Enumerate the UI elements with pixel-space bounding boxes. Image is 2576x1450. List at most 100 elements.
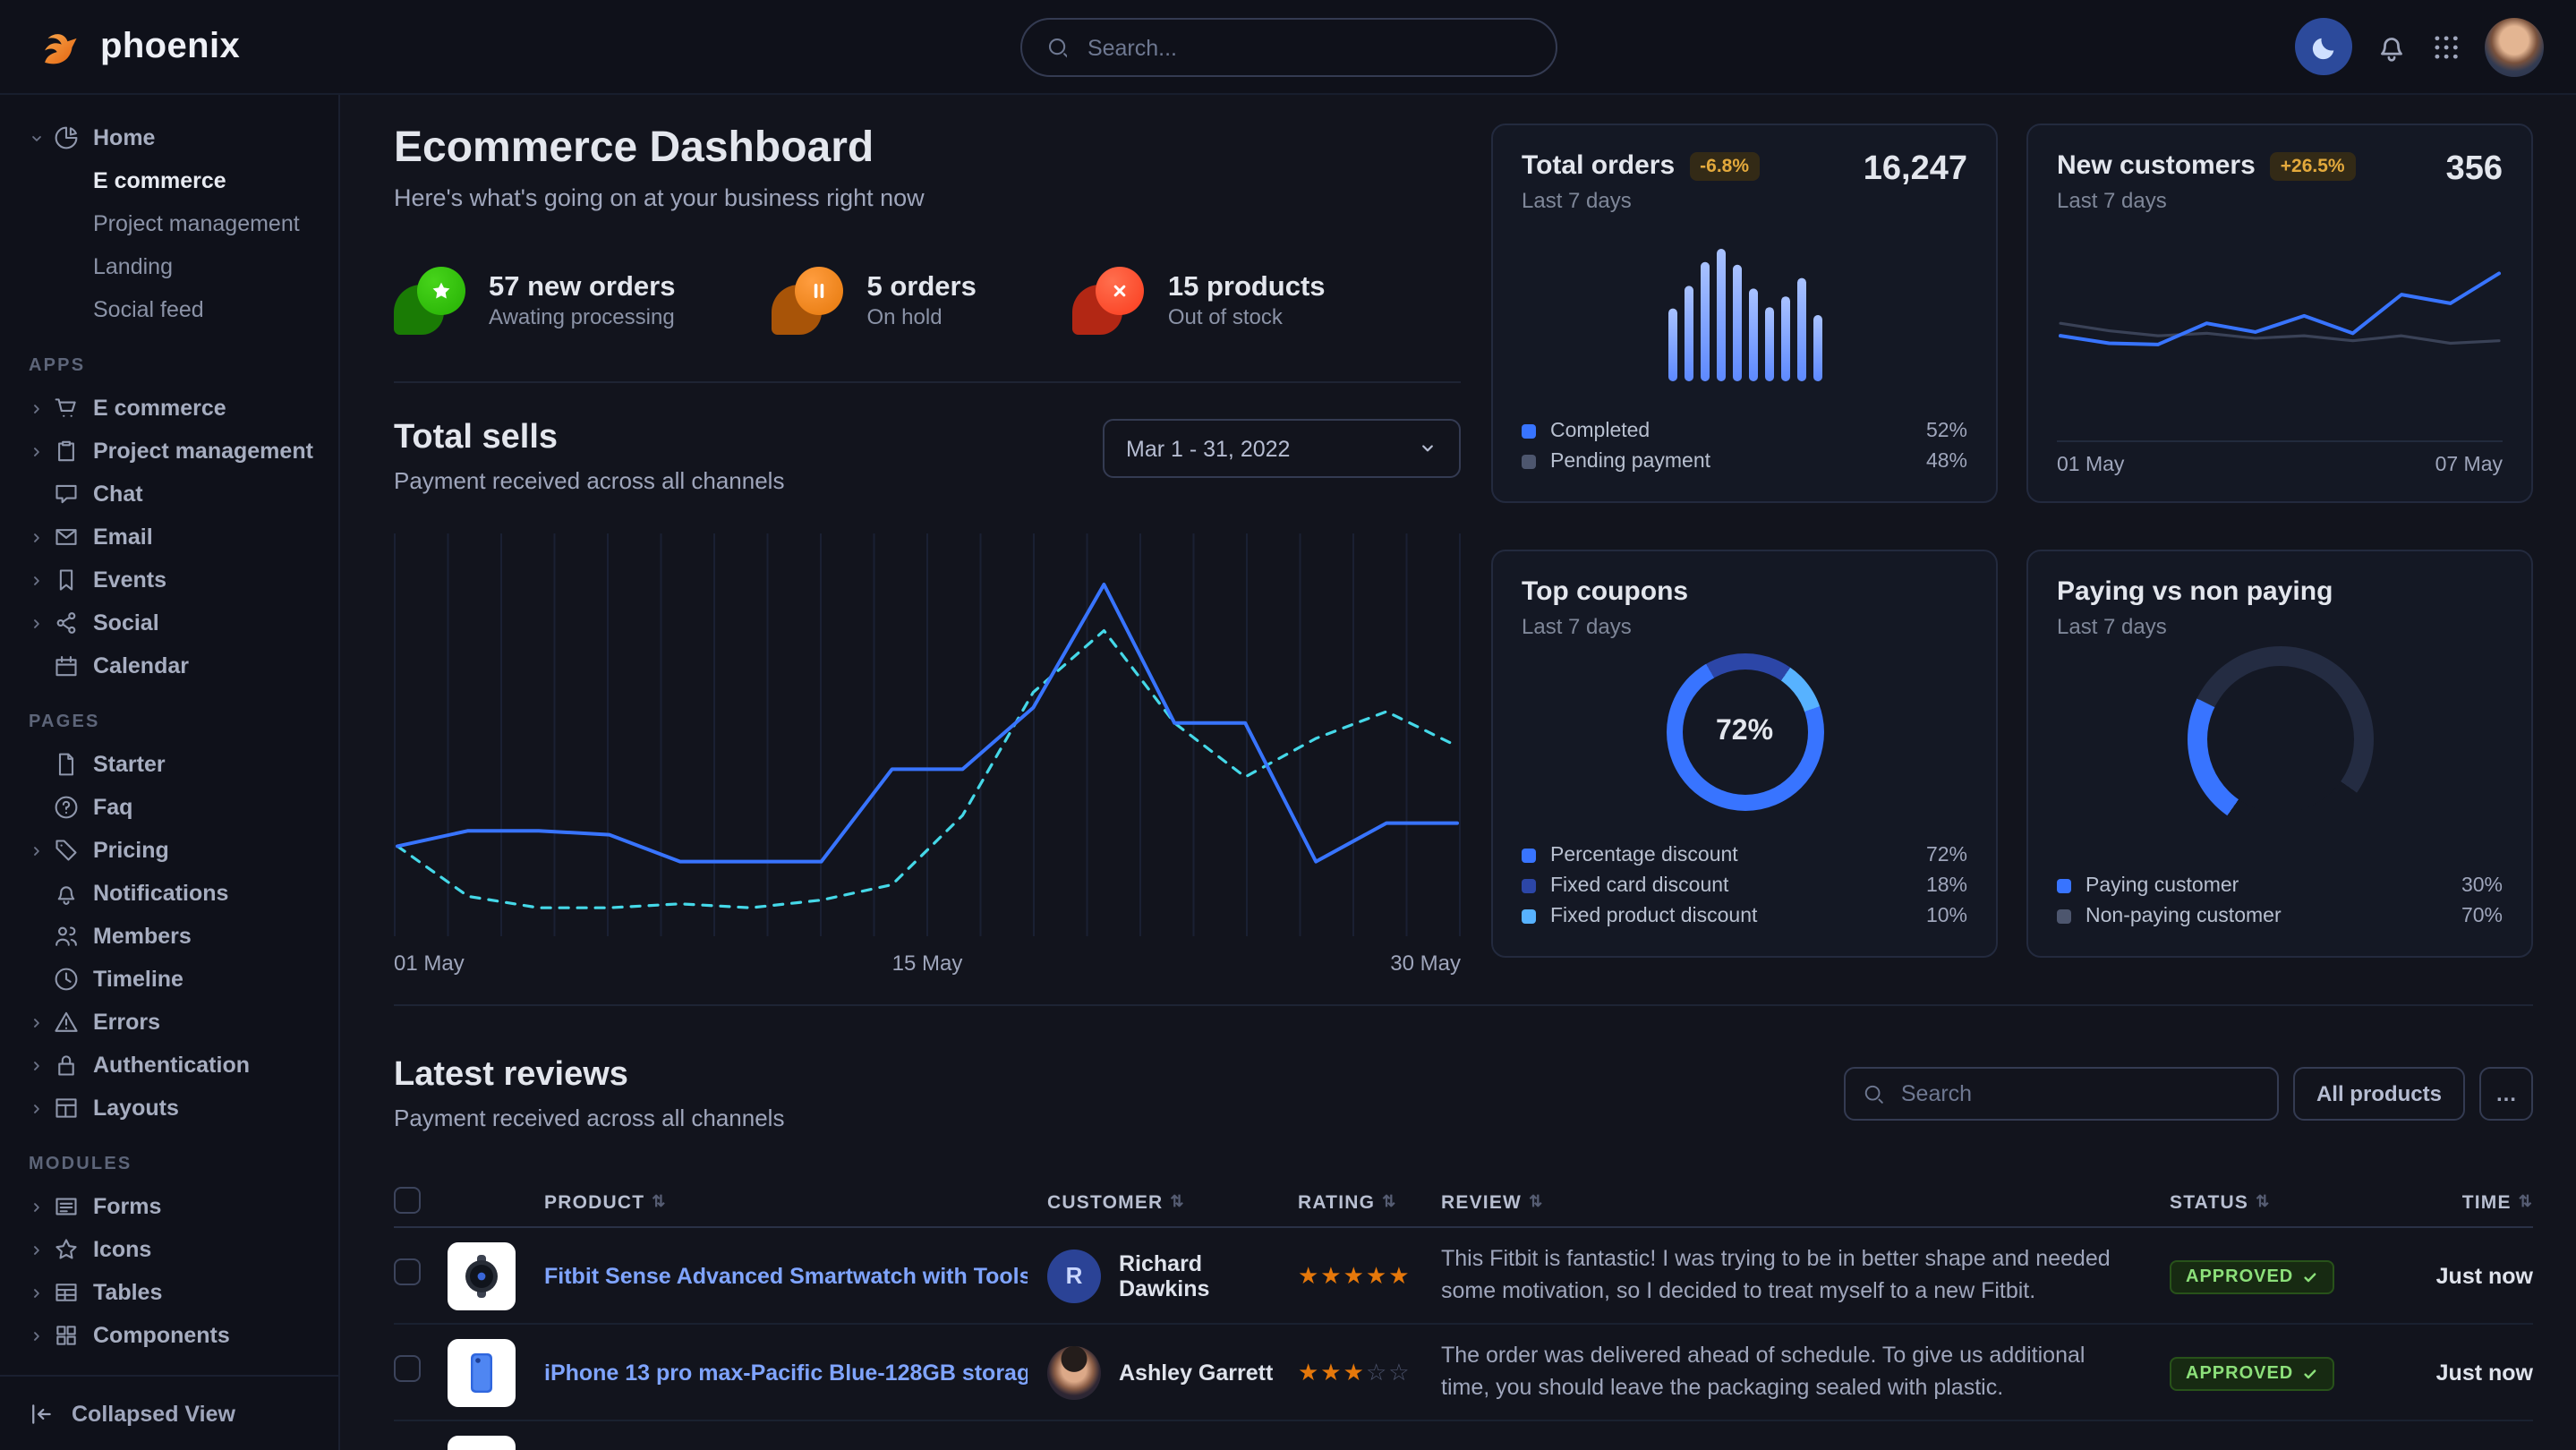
moon-icon [2310,33,2337,60]
clipboard-icon [54,439,79,464]
star-icon [54,1237,79,1262]
sidebar-item-errors[interactable]: Errors [0,1001,338,1044]
theme-toggle-button[interactable] [2295,18,2352,75]
total-sells-header: Total sells Payment received across all … [394,419,1461,490]
product-link[interactable]: iPhone 13 pro max-Pacific Blue-128GB sto… [544,1360,1028,1385]
column-header-product[interactable]: PRODUCT⇅ [544,1191,1047,1213]
sidebar-item-forms[interactable]: Forms [0,1185,338,1228]
column-header-time[interactable]: TIME⇅ [2462,1191,2533,1213]
all-products-button[interactable]: All products [2293,1067,2465,1121]
latest-reviews-title: Latest reviews [394,1056,784,1096]
latest-reviews-subtitle: Payment received across all channels [394,1105,784,1131]
card-period: Last 7 days [2057,188,2356,213]
phoenix-logo-icon [36,22,84,71]
collapse-icon [29,1401,54,1426]
calendar-icon [54,653,79,678]
paying-vs-non-paying-card: Paying vs non paying Last 7 days Paying … [2026,550,2533,958]
sidebar-item-label: Project management [93,439,313,464]
mail-icon [54,525,79,550]
sidebar-item-authentication[interactable]: Authentication [0,1044,338,1087]
sidebar-item-pricing[interactable]: Pricing [0,829,338,872]
select-all-checkbox[interactable] [394,1186,421,1213]
sidebar-item-faq[interactable]: Faq [0,786,338,829]
sidebar-item-label: Icons [93,1237,151,1262]
brand[interactable]: phoenix [36,22,240,71]
sidebar-item-notifications[interactable]: Notifications [0,872,338,915]
sidebar-item-chat[interactable]: Chat [0,473,338,516]
sidebar-item-social[interactable]: Social [0,601,338,644]
sidebar-item-layouts[interactable]: Layouts [0,1087,338,1130]
pie-icon [54,125,79,150]
review-text: The order was delivered ahead of schedul… [1441,1341,2170,1403]
reviews-search-input[interactable] [1898,1079,2259,1108]
chevRight-icon [29,443,45,459]
table-row: iPhone 13 pro max-Pacific Blue-128GB sto… [394,1325,2533,1421]
top-coupons-card: Top coupons Last 7 days 72% Percentage d… [1491,550,1998,958]
search-icon [1046,36,1068,59]
product-thumbnail[interactable] [448,1241,516,1309]
sidebar-subitem-e-commerce[interactable]: E commerce [0,159,338,202]
sidebar-item-email[interactable]: Email [0,516,338,559]
sidebar-item-timeline[interactable]: Timeline [0,958,338,1001]
sidebar-subitem-social-feed[interactable]: Social feed [0,288,338,331]
dashboard-left-column: Ecommerce Dashboard Here's what's going … [394,124,1461,976]
coupons-legend: Percentage discount 72% Fixed card disco… [1522,840,1967,931]
row-checkbox[interactable] [394,1258,421,1284]
row-checkbox[interactable] [394,1354,421,1381]
sidebar-item-icons[interactable]: Icons [0,1228,338,1271]
date-range-select[interactable]: Mar 1 - 31, 2022 [1103,419,1461,478]
clock-icon [54,967,79,992]
column-header-rating[interactable]: RATING⇅ [1298,1191,1441,1213]
sidebar-subitem-project-management[interactable]: Project management [0,202,338,245]
sidebar-item-calendar[interactable]: Calendar [0,644,338,687]
warning-icon [54,1010,79,1035]
sort-icon: ⇅ [2256,1192,2270,1212]
share-icon [54,610,79,635]
sidebar-item-starter[interactable]: Starter [0,743,338,786]
more-options-button[interactable]: … [2479,1067,2533,1121]
review-text: This Fitbit is fantastic! I was trying t… [1441,1244,2170,1307]
sidebar-item-components[interactable]: Components [0,1314,338,1357]
sidebar-item-tables[interactable]: Tables [0,1271,338,1314]
app: phoenix HomeE commerceProject man [0,0,2576,1450]
new-customers-x-axis: 01 May 07 May [2057,440,2503,476]
column-header-status[interactable]: STATUS⇅ [2170,1191,2402,1213]
sidebar-item-project-management[interactable]: Project management [0,430,338,473]
navbar-actions [2295,17,2544,76]
sidebar-item-label: E commerce [93,396,226,421]
product-thumbnail[interactable] [448,1338,516,1406]
collapsed-view-toggle[interactable]: Collapsed View [0,1375,338,1450]
sidebar-item-home[interactable]: Home [0,116,338,159]
main-content: Ecommerce Dashboard Here's what's going … [340,95,2576,1450]
chevRight-icon [29,1241,45,1258]
sidebar-subitem-landing[interactable]: Landing [0,245,338,288]
user-avatar[interactable] [2485,17,2544,76]
change-badge: +26.5% [2270,151,2356,180]
legend-swatch [1522,848,1536,862]
notifications-button[interactable] [2376,30,2408,63]
table-header: PRODUCT⇅CUSTOMER⇅RATING⇅REVIEW⇅STATUS⇅ TI… [394,1178,2533,1228]
column-header-review[interactable]: REVIEW⇅ [1441,1191,2170,1213]
sidebar-item-members[interactable]: Members [0,915,338,958]
search-icon [1864,1083,1883,1105]
total-orders-value: 16,247 [1864,150,1967,190]
column-header-customer[interactable]: CUSTOMER⇅ [1047,1191,1298,1213]
change-badge: -6.8% [1689,151,1760,180]
apps-grid-button[interactable] [2431,31,2461,62]
legend-swatch [1522,908,1536,923]
global-search-input[interactable] [1084,33,1530,62]
product-thumbnail[interactable] [448,1435,516,1450]
global-search[interactable] [1019,18,1557,77]
reviews-toolbar: All products … [1844,1067,2533,1121]
chevRight-icon [29,842,45,858]
sidebar-item-label: Social [93,610,159,635]
sidebar-item-e-commerce[interactable]: E commerce [0,387,338,430]
rating-stars: ★★★★★ [1298,1261,1441,1290]
sidebar-item-label: Home [93,125,155,150]
customer-avatar [1047,1345,1101,1399]
table-row [394,1421,2533,1450]
sidebar-item-events[interactable]: Events [0,559,338,601]
product-link[interactable]: Fitbit Sense Advanced Smartwatch with To… [544,1263,1028,1288]
total-sells-chart [394,533,1461,936]
reviews-search[interactable] [1844,1067,2279,1121]
